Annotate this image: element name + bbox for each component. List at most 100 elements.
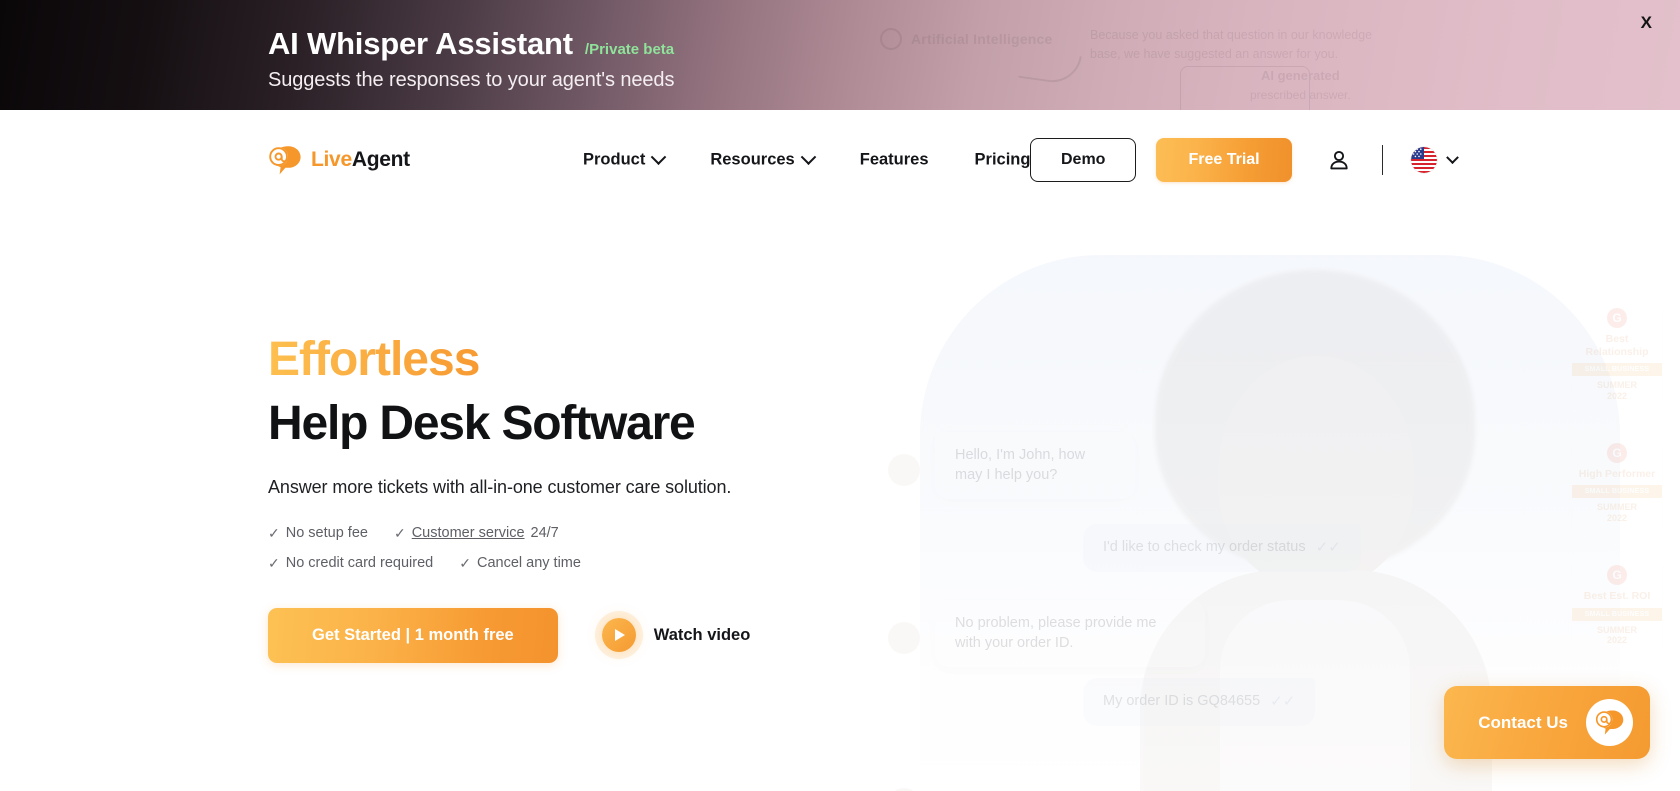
g2-badge-year-label: 2022 bbox=[1606, 390, 1628, 401]
main-navbar: LiveAgent Product Resources Features Pri… bbox=[0, 110, 1680, 210]
check-icon: ✓ bbox=[393, 524, 406, 541]
chat-bubble-user: My order ID is GQ84655 ✓✓ bbox=[1083, 678, 1316, 727]
g2-badge-season-label: SUMMER bbox=[1597, 380, 1637, 391]
feature-customer-service: ✓ Customer service 24/7 bbox=[394, 525, 559, 542]
feature-label: Cancel any time bbox=[476, 555, 581, 572]
promo-banner-title-row: AI Whisper Assistant /Private beta bbox=[268, 26, 674, 62]
g2-badge-title: Best Est. ROI bbox=[1583, 590, 1651, 603]
g2-badge: G Best Relationship SMALL BUSINESS SUMME… bbox=[1572, 300, 1662, 424]
check-icon: ✓ bbox=[268, 524, 280, 541]
promo-banner-beta-badge: /Private beta bbox=[584, 41, 675, 58]
contact-us-widget[interactable]: Contact Us bbox=[1444, 686, 1650, 759]
promo-banner-copy: AI Whisper Assistant /Private beta Sugge… bbox=[268, 26, 674, 92]
free-trial-button[interactable]: Free Trial bbox=[1156, 138, 1292, 182]
g2-logo-icon: G bbox=[1607, 565, 1627, 586]
promo-banner-title: AI Whisper Assistant bbox=[268, 26, 573, 61]
chevron-down-icon bbox=[651, 149, 667, 165]
liveagent-chat-bubble-icon bbox=[268, 144, 302, 176]
photo-body bbox=[1140, 570, 1492, 791]
g2-badge-title: High Performer bbox=[1578, 467, 1656, 480]
g2-badge-season: SUMMER 2022 bbox=[1578, 621, 1656, 656]
g2-badge: G High Performer SMALL BUSINESS SUMMER 2… bbox=[1572, 434, 1662, 547]
liveagent-chat-icon bbox=[1586, 699, 1633, 746]
page-title: Help Desk Software bbox=[268, 397, 696, 451]
photo-face bbox=[1218, 356, 1414, 586]
g2-badge-year-label: 2022 bbox=[1606, 635, 1628, 646]
navbar-links: Product Resources Features Pricing bbox=[583, 141, 1030, 180]
double-check-icon: ✓✓ bbox=[1270, 693, 1296, 710]
watch-video-button[interactable]: Watch video bbox=[601, 618, 751, 653]
feature-suffix: 24/7 bbox=[530, 525, 559, 542]
chat-bubble-user-text: I'd like to check my order status bbox=[1103, 539, 1306, 556]
g2-badge-title: Best Relationship bbox=[1585, 333, 1649, 358]
check-icon: ✓ bbox=[459, 554, 471, 571]
g2-badge-year-label: 2022 bbox=[1606, 512, 1628, 523]
g2-badge-segment: SMALL BUSINESS bbox=[1572, 363, 1662, 377]
nav-item-product[interactable]: Product bbox=[583, 141, 667, 180]
hero-copy: Effortless Help Desk Software Answer mor… bbox=[268, 210, 1028, 663]
liveagent-logo[interactable]: LiveAgent bbox=[268, 144, 410, 176]
double-check-icon: ✓✓ bbox=[1315, 539, 1341, 556]
feature-no-credit-card: ✓ No credit card required bbox=[268, 555, 433, 572]
chevron-down-icon bbox=[800, 149, 817, 165]
us-flag-icon bbox=[1411, 147, 1437, 173]
feature-label: No setup fee bbox=[285, 525, 368, 542]
ai-brain-icon bbox=[880, 28, 902, 50]
g2-badge-season-label: SUMMER bbox=[1597, 502, 1637, 513]
g2-logo-icon: G bbox=[1607, 442, 1627, 463]
photo-shirt bbox=[1220, 600, 1410, 791]
nav-item-features-label: Features bbox=[859, 150, 929, 169]
customer-service-link[interactable]: Customer service bbox=[412, 525, 525, 541]
navbar-inner: LiveAgent Product Resources Features Pri… bbox=[0, 110, 1680, 210]
chevron-down-icon bbox=[1446, 150, 1459, 164]
g2-badge-season: SUMMER 2022 bbox=[1578, 498, 1656, 533]
contact-us-label: Contact Us bbox=[1478, 712, 1568, 732]
promo-banner[interactable]: Artificial Intelligence Because you aske… bbox=[0, 0, 1680, 110]
g2-badge-segment: SMALL BUSINESS bbox=[1572, 607, 1662, 621]
promo-artwork-generated-title: AI generated bbox=[1260, 68, 1340, 83]
user-icon[interactable] bbox=[1328, 149, 1350, 171]
hero-eyebrow: Effortless bbox=[268, 333, 480, 386]
g2-badge-season: SUMMER 2022 bbox=[1578, 376, 1656, 411]
g2-logo-icon: G bbox=[1607, 308, 1627, 328]
nav-item-resources[interactable]: Resources bbox=[710, 141, 817, 180]
nav-item-product-label: Product bbox=[583, 150, 646, 169]
chat-bubble-user: I'd like to check my order status ✓✓ bbox=[1083, 524, 1361, 573]
g2-badge-segment: SMALL BUSINESS bbox=[1572, 485, 1662, 499]
check-icon: ✓ bbox=[268, 554, 280, 571]
feature-label: No credit card required bbox=[285, 555, 434, 572]
photo-hair bbox=[1155, 270, 1475, 570]
g2-badge-season-label: SUMMER bbox=[1597, 624, 1637, 635]
close-icon[interactable]: X bbox=[1635, 10, 1658, 35]
liveagent-logo-text: LiveAgent bbox=[311, 148, 410, 172]
artificial-intelligence-chip: Artificial Intelligence bbox=[880, 28, 1053, 50]
promo-artwork-generated-sub: prescribed answer. bbox=[1250, 87, 1351, 102]
logo-text-live: Live bbox=[311, 148, 352, 171]
navbar-actions: Demo Free Trial bbox=[1030, 138, 1459, 182]
nav-item-resources-label: Resources bbox=[710, 150, 795, 169]
logo-text-agent: Agent bbox=[351, 148, 410, 171]
ai-chip-label: Artificial Intelligence bbox=[911, 31, 1053, 47]
watch-video-label: Watch video bbox=[653, 625, 751, 644]
chat-bubble-user-text: My order ID is GQ84655 bbox=[1103, 693, 1261, 710]
feature-no-setup-fee: ✓ No setup fee bbox=[268, 525, 368, 542]
demo-button[interactable]: Demo bbox=[1030, 138, 1137, 182]
curved-arrow-icon bbox=[1018, 47, 1082, 87]
promo-artwork-card bbox=[1180, 66, 1310, 110]
hero-subtitle: Answer more tickets with all-in-one cust… bbox=[268, 476, 732, 497]
promo-artwork-context-text: Because you asked that question in our k… bbox=[1090, 28, 1373, 62]
g2-badge: G Best Est. ROI SMALL BUSINESS SUMMER 20… bbox=[1572, 557, 1662, 669]
play-triangle bbox=[615, 629, 626, 642]
g2-badges-column: G Best Relationship SMALL BUSINESS SUMME… bbox=[1572, 300, 1672, 669]
play-icon bbox=[601, 618, 636, 653]
language-selector[interactable] bbox=[1411, 147, 1459, 173]
nav-item-pricing-label: Pricing bbox=[974, 150, 1031, 169]
hero-cta-row: Get Started | 1 month free Watch video bbox=[268, 607, 1028, 663]
promo-artwork-generated-block: AI generated prescribed answer. bbox=[1250, 66, 1351, 104]
nav-item-features[interactable]: Features bbox=[860, 141, 929, 180]
feature-cancel-any-time: ✓ Cancel any time bbox=[459, 555, 581, 572]
promo-banner-artwork: Artificial Intelligence Because you aske… bbox=[0, 0, 1680, 110]
nav-item-pricing[interactable]: Pricing bbox=[975, 141, 1031, 180]
navbar-divider bbox=[1381, 145, 1383, 175]
get-started-button[interactable]: Get Started | 1 month free bbox=[268, 607, 558, 663]
